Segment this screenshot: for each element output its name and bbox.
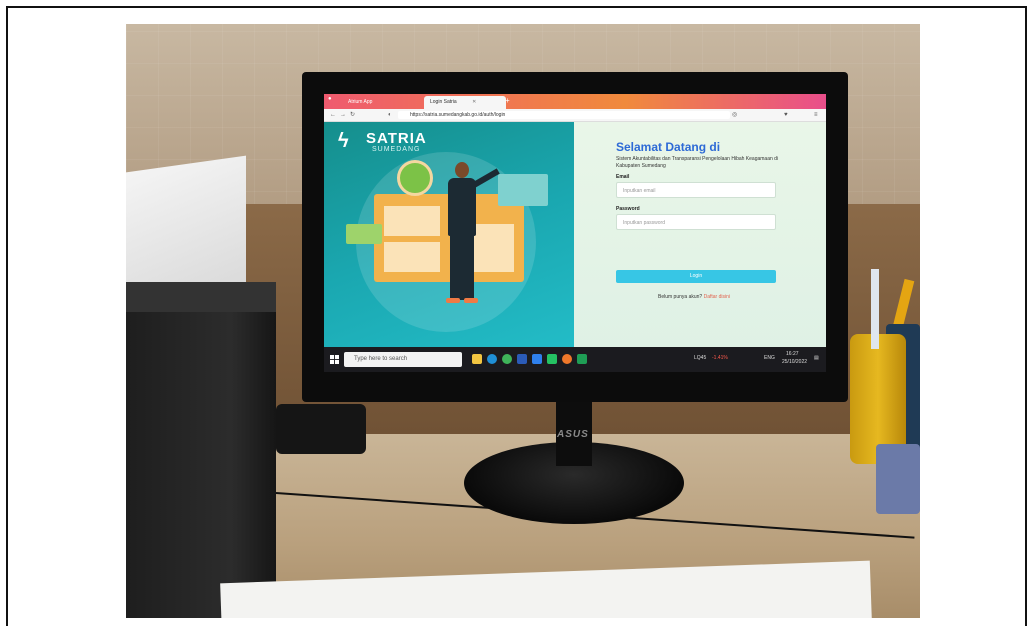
edge-icon[interactable] [487,354,497,364]
firefox-taskbar-icon[interactable] [562,354,572,364]
email-label: Email [616,174,630,180]
stock-change: -1.41% [712,355,728,361]
desk-tray [876,444,920,514]
whatsapp-icon[interactable] [547,354,557,364]
word-icon[interactable] [517,354,527,364]
board-panel [384,206,440,236]
monitor: ● Atrium App Login Satria ✕ + ← → ↻ http… [302,72,848,440]
person-legs [450,234,474,300]
frame-right [1025,6,1027,626]
person-body [448,178,476,236]
chart-card-illustration [498,174,548,206]
email-field[interactable]: Inputkan email [616,182,776,198]
signup-link[interactable]: Daftar disini [704,294,730,300]
chrome-icon[interactable] [502,354,512,364]
forward-icon[interactable]: → [340,109,346,121]
signup-prompt-text: Belum punya akun? [658,294,703,300]
printer [126,282,276,618]
tab-label: Atrium App [348,99,373,105]
screen: ● Atrium App Login Satria ✕ + ← → ↻ http… [324,94,826,372]
back-icon[interactable]: ← [330,109,336,121]
notification-icon[interactable]: ▤ [814,355,819,361]
page-subtitle: Sistem Akuntabilitas dan Transparansi Pe… [616,156,779,169]
windows-start-icon[interactable] [330,355,339,364]
pen [871,269,879,349]
photo: ● Atrium App Login Satria ✕ + ← → ↻ http… [126,24,920,618]
monitor-brand: ASUS [557,429,589,440]
frame-left [6,6,8,626]
tab-label: Login Satria [430,99,457,105]
page-title: Selamat Datang di [616,140,721,154]
excel-icon[interactable] [577,354,587,364]
signup-prompt: Belum punya akun? Daftar disini [658,294,730,300]
illustration-panel: ϟ SATRIA SUMEDANG [324,122,574,347]
logo-text: SATRIA [366,130,427,147]
tab-atrium[interactable]: Atrium App [342,96,378,109]
pocket-icon[interactable]: ♥ [784,109,788,121]
file-explorer-icon[interactable] [472,354,482,364]
close-icon[interactable]: ✕ [472,99,476,105]
frame-top [6,6,1027,8]
extension-icon[interactable]: ◎ [732,109,737,121]
url-input[interactable]: https://satria.sumedangkab.go.id/auth/lo… [398,111,730,119]
reload-icon[interactable]: ↻ [350,109,355,121]
shield-icon[interactable]: ◐ [388,109,392,121]
password-field[interactable]: Inputkan password [616,214,776,230]
browser-urlbar: ← → ↻ https://satria.sumedangkab.go.id/a… [324,109,826,122]
clock-illustration [397,160,433,196]
board-panel [384,242,440,272]
clock-time[interactable]: 16:27 [786,351,799,357]
shoe [464,298,478,303]
firefox-icon: ● [328,96,332,102]
satria-logo-icon: ϟ [338,130,349,152]
stock-ticker[interactable]: LQ45 [694,355,706,361]
logo-subtext: SUMEDANG [372,146,421,153]
clock-date[interactable]: 25/10/2022 [782,359,807,365]
shoe [446,298,460,303]
browser-tabbar: ● Atrium App Login Satria ✕ + [324,94,826,109]
password-label: Password [616,206,640,212]
tab-login[interactable]: Login Satria ✕ [424,96,506,109]
cable-box [276,404,366,454]
language-indicator[interactable]: ENG [764,355,775,361]
person-head [455,162,469,178]
menu-icon[interactable]: ≡ [814,109,818,121]
login-button[interactable]: Login [616,270,776,283]
new-tab-icon[interactable]: + [505,96,510,105]
app-icon[interactable] [532,354,542,364]
taskbar: Type here to search LQ45 -1.41% ENG 16:2… [324,347,826,372]
login-panel: Selamat Datang di Sistem Akuntabilitas d… [574,122,826,347]
taskbar-search-input[interactable]: Type here to search [344,352,462,367]
card-illustration [346,224,382,244]
paper-stack [126,155,246,303]
printer-top [126,282,276,312]
